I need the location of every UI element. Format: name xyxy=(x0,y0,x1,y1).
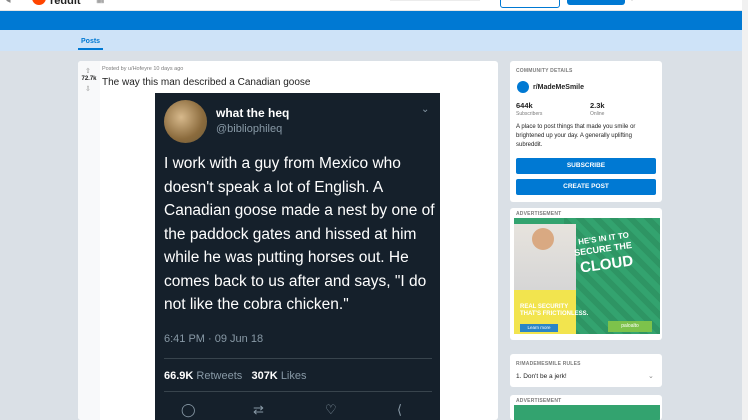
avatar xyxy=(164,100,207,143)
like-icon: ♡ xyxy=(325,402,337,417)
vote-column: ⇧ 72.7k ⇩ xyxy=(78,61,100,420)
retweet-label: Retweets xyxy=(196,370,243,382)
divider xyxy=(164,391,432,392)
post-meta: Posted by u/Hofeyre 10 days ago xyxy=(102,66,184,72)
community-details-header: COMMUNITY DETAILS xyxy=(516,68,573,74)
page-scrollbar[interactable] xyxy=(742,0,748,420)
upvote-icon[interactable]: ⇧ xyxy=(85,67,91,75)
share-icon: ⟨ xyxy=(397,402,403,417)
subreddit-name[interactable]: r/MadeMeSmile xyxy=(533,84,584,91)
ad-image-2[interactable] xyxy=(514,405,660,420)
ad-tagline-1: REAL SECURITY xyxy=(520,304,569,310)
reply-icon: ◯ xyxy=(181,402,196,417)
home-icon[interactable]: ▦ xyxy=(96,0,105,5)
like-count: 307K xyxy=(251,370,278,382)
learn-more-button[interactable]: Learn more xyxy=(520,324,558,332)
rules-card: R/MADEMESMILE RULES 1. Don't be a jerk! … xyxy=(510,354,662,387)
tweet-timestamp: 6:41 PM · 09 Jun 18 xyxy=(164,333,264,345)
advertisement-label: ADVERTISEMENT xyxy=(516,211,562,217)
subreddit-nav: Posts xyxy=(0,30,748,51)
ad-tagline: REAL SECURITY THAT'S FRICTIONLESS. xyxy=(520,304,588,318)
subreddit-icon xyxy=(517,81,529,93)
signup-button[interactable] xyxy=(567,0,625,5)
subscriber-label: Subscribers xyxy=(516,111,543,117)
divider xyxy=(164,358,432,359)
advertisement-card: ADVERTISEMENT HE'S IN IT TO SECURE THE C… xyxy=(510,208,662,340)
ad-person-head xyxy=(532,228,554,250)
reddit-logo-icon[interactable] xyxy=(32,0,46,5)
rule-item[interactable]: 1. Don't be a jerk! xyxy=(516,373,567,380)
back-icon[interactable]: ◂ xyxy=(6,0,11,6)
subscriber-count: 644k xyxy=(516,101,533,110)
tweet-stats: 66.9K Retweets 307K Likes xyxy=(164,370,307,382)
like-label: Likes xyxy=(280,370,307,382)
downvote-icon[interactable]: ⇩ xyxy=(85,85,91,93)
subscribe-button[interactable]: SUBSCRIBE xyxy=(516,158,656,174)
advertisement-label-2: ADVERTISEMENT xyxy=(516,398,562,404)
post-title[interactable]: The way this man described a Canadian go… xyxy=(102,77,310,88)
vote-score: 72.7k xyxy=(81,76,97,82)
retweet-count: 66.9K xyxy=(164,370,194,382)
subreddit-banner xyxy=(0,11,748,30)
tab-posts-underline xyxy=(78,48,103,50)
tweet-author-name: what the heq xyxy=(216,106,290,120)
tweet-actions: ◯ ⇄ ♡ ⟨ xyxy=(155,402,440,420)
chevron-down-icon: ⌄ xyxy=(421,104,430,115)
ad-image[interactable]: HE'S IN IT TO SECURE THE CLOUD REAL SECU… xyxy=(514,218,660,334)
advertisement-card-2: ADVERTISEMENT xyxy=(510,395,662,420)
brand-name[interactable]: reddit xyxy=(50,0,81,7)
tweet-text: I work with a guy from Mexico who doesn'… xyxy=(164,155,435,313)
online-count: 2.3k xyxy=(590,101,605,110)
ad-tagline-2: THAT'S FRICTIONLESS. xyxy=(520,311,589,317)
sponsor-logo: paloalto xyxy=(608,321,652,332)
create-post-button[interactable]: CREATE POST xyxy=(516,179,656,195)
online-label: Online xyxy=(590,111,605,117)
chevron-down-icon[interactable]: ⌄ xyxy=(648,372,654,380)
post-card[interactable]: ⇧ 72.7k ⇩ Posted by u/Hofeyre 10 days ag… xyxy=(78,61,498,420)
community-details-card: COMMUNITY DETAILS r/MadeMeSmile 644k Sub… xyxy=(510,61,662,202)
tweet-image[interactable]: what the heq @bibliophileq ⌄ I work with… xyxy=(155,93,440,420)
user-menu-chevron-icon[interactable]: ▾ xyxy=(630,0,634,3)
tweet-author-handle: @bibliophileq xyxy=(216,123,283,135)
retweet-icon: ⇄ xyxy=(253,402,264,417)
rules-header: R/MADEMESMILE RULES xyxy=(516,361,581,367)
header-search[interactable] xyxy=(390,0,480,1)
tab-posts[interactable]: Posts xyxy=(81,38,100,45)
top-header: ◂ reddit ▦ ▾ xyxy=(0,0,748,11)
community-description: A place to post things that made you smi… xyxy=(516,124,636,148)
login-button[interactable] xyxy=(500,0,560,8)
